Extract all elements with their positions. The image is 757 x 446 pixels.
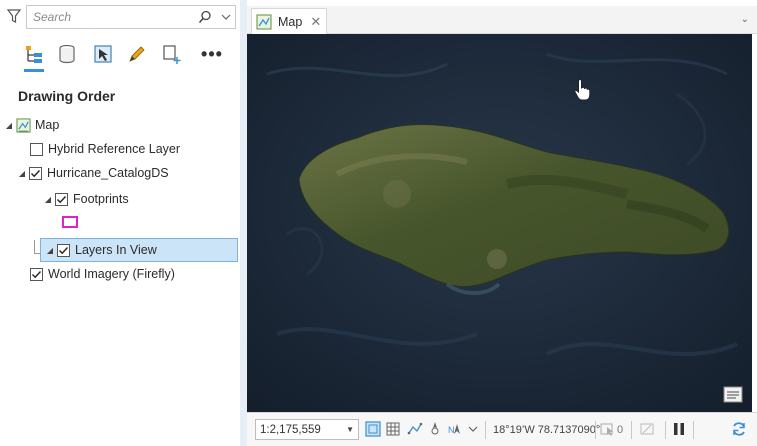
- checkmark-icon: [57, 195, 67, 203]
- tab-label: Map: [278, 14, 303, 29]
- search-input[interactable]: [33, 9, 183, 25]
- separator: [631, 421, 632, 439]
- map-view[interactable]: [247, 34, 752, 412]
- refresh-icon[interactable]: [731, 421, 747, 437]
- tree-item-footprints[interactable]: ◢ Footprints: [43, 188, 129, 210]
- clear-selection-icon[interactable]: [639, 421, 655, 437]
- tree-item-label: Map: [35, 118, 60, 132]
- checkmark-icon: [31, 169, 41, 177]
- contents-toolbar: •••: [0, 38, 240, 72]
- checkmark-icon: [32, 270, 42, 278]
- tree-item-world-imagery[interactable]: World Imagery (Firefly): [30, 263, 175, 285]
- pencil-icon: [129, 46, 145, 62]
- map-icon: [256, 14, 272, 29]
- pane-splitter[interactable]: [240, 0, 247, 446]
- list-by-editing-button[interactable]: [123, 40, 151, 68]
- footprint-symbol-swatch[interactable]: [62, 216, 78, 228]
- search-box: [26, 5, 236, 29]
- chevron-down-icon[interactable]: [219, 10, 233, 24]
- separator: [485, 421, 486, 439]
- drawing-order-heading: Drawing Order: [18, 88, 116, 104]
- map-icon: [16, 117, 31, 133]
- tree-item-layers-in-view[interactable]: ◢ Layers In View: [40, 238, 238, 262]
- checkmark-icon: [59, 246, 69, 254]
- expand-triangle-icon[interactable]: ◢: [17, 168, 27, 178]
- search-icon[interactable]: [197, 9, 213, 25]
- visibility-checkbox[interactable]: [55, 192, 68, 206]
- snapping-icon: [163, 45, 181, 64]
- drawing-order-icon: [26, 46, 42, 63]
- tree-item-hurricane-catalogds[interactable]: ◢ Hurricane_CatalogDS: [17, 162, 169, 184]
- scale-value: 1:2,175,559: [260, 423, 321, 436]
- selected-features-icon[interactable]: [599, 421, 615, 437]
- more-options-button[interactable]: •••: [198, 40, 226, 68]
- pause-drawing-icon[interactable]: [671, 421, 687, 437]
- tab-map[interactable]: Map ✕: [251, 8, 327, 34]
- list-by-snapping-button[interactable]: [158, 40, 186, 68]
- coordinate-readout[interactable]: 18°19’W 78.7137090°: [493, 424, 600, 436]
- separator: [665, 421, 666, 439]
- selected-count: 0: [617, 424, 624, 436]
- map-status-bar: 1:2,175,559 ▼ N 18°19’W 78.7137090° 0: [247, 412, 757, 446]
- tree-item-label: Hurricane_CatalogDS: [47, 166, 169, 180]
- view-tab-bar: Map ✕ ⌄: [247, 6, 757, 34]
- filter-icon[interactable]: [6, 8, 22, 24]
- hand-cursor-icon: [574, 78, 591, 101]
- selection-icon: [94, 45, 112, 63]
- scale-selector[interactable]: 1:2,175,559 ▼: [255, 419, 359, 440]
- tree-item-hybrid-reference-layer[interactable]: Hybrid Reference Layer: [30, 138, 180, 160]
- visibility-checkbox[interactable]: [29, 166, 42, 180]
- svg-text:N: N: [448, 425, 455, 435]
- search-row: [0, 4, 240, 30]
- database-icon: [59, 44, 75, 64]
- list-by-drawing-order-button[interactable]: [20, 40, 48, 72]
- fixed-zoom-icon[interactable]: [365, 421, 381, 437]
- separator: [595, 421, 596, 439]
- navigate-icon[interactable]: [427, 421, 443, 437]
- visibility-checkbox[interactable]: [30, 267, 43, 281]
- expand-triangle-icon[interactable]: ◢: [45, 245, 55, 255]
- contents-pane: ••• Drawing Order ◢ Map Hybrid Reference…: [0, 0, 240, 446]
- tree-connector: [34, 240, 35, 254]
- close-icon[interactable]: ✕: [310, 14, 321, 30]
- arcgis-pro-window: ••• Drawing Order ◢ Map Hybrid Reference…: [0, 0, 757, 446]
- map-notification-icon[interactable]: [722, 384, 744, 406]
- chevron-down-icon[interactable]: ⌄: [741, 14, 749, 25]
- chevron-down-icon[interactable]: ▼: [346, 425, 358, 434]
- visibility-checkbox[interactable]: [30, 142, 43, 156]
- list-by-data-source-button[interactable]: [53, 40, 81, 68]
- expand-triangle-icon[interactable]: ◢: [4, 120, 14, 130]
- tree-item-label: Hybrid Reference Layer: [48, 142, 181, 156]
- more-icon: •••: [201, 44, 223, 64]
- north-arrow-icon[interactable]: N: [447, 421, 463, 437]
- separator: [693, 421, 694, 439]
- expand-triangle-icon[interactable]: ◢: [43, 194, 53, 204]
- tree-item-label: Layers In View: [75, 243, 157, 257]
- grid-icon[interactable]: [385, 421, 401, 437]
- tree-item-label: Footprints: [73, 192, 129, 206]
- visibility-checkbox[interactable]: [57, 243, 70, 257]
- imagery-basemap: [247, 34, 752, 412]
- tree-item-map[interactable]: ◢ Map: [4, 114, 59, 136]
- measure-icon[interactable]: [407, 421, 423, 437]
- tree-item-label: World Imagery (Firefly): [48, 267, 175, 281]
- list-by-selection-button[interactable]: [89, 40, 117, 68]
- chevron-down-icon[interactable]: [465, 421, 481, 437]
